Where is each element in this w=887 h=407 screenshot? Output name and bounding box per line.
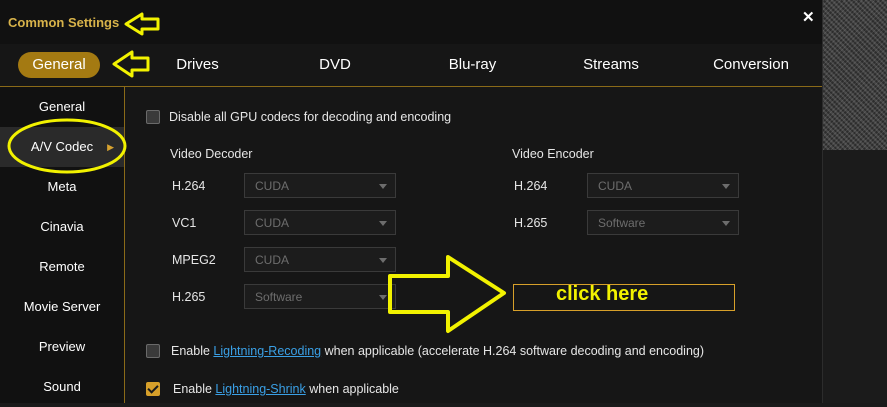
- video-encoder-heading: Video Encoder: [512, 147, 594, 161]
- encoder-codec-label: H.264: [514, 179, 548, 193]
- sidebar-item-av-codec[interactable]: A/V Codec ▶: [0, 127, 124, 167]
- encoder-h265-select[interactable]: Software: [587, 210, 739, 235]
- tab-general[interactable]: General: [18, 52, 100, 78]
- tab-blu-ray[interactable]: Blu-ray: [435, 44, 510, 86]
- tab-dvd[interactable]: DVD: [305, 44, 365, 86]
- decoder-vc1-select[interactable]: CUDA: [244, 210, 396, 235]
- disable-gpu-checkbox[interactable]: [146, 110, 160, 124]
- sidebar-item-label: Remote: [39, 259, 85, 274]
- select-value: CUDA: [598, 179, 633, 193]
- sidebar-item-remote[interactable]: Remote: [0, 247, 124, 287]
- label-prefix: Enable: [171, 344, 214, 358]
- decoder-h264-select[interactable]: CUDA: [244, 173, 396, 198]
- label-suffix: when applicable (accelerate H.264 softwa…: [321, 344, 705, 358]
- select-value: Software: [598, 216, 646, 230]
- sidebar-item-movie-server[interactable]: Movie Server: [0, 287, 124, 327]
- window-title: Common Settings: [8, 15, 120, 30]
- caret-down-icon: [379, 184, 387, 189]
- top-tab-bar: General Drives DVD Blu-ray Streams Conve…: [0, 44, 822, 87]
- settings-window: Common Settings ✕ General Drives DVD Blu…: [0, 0, 823, 403]
- select-value: CUDA: [255, 179, 290, 193]
- decoder-codec-label: VC1: [172, 216, 197, 230]
- caret-down-icon: [722, 221, 730, 226]
- tab-drives[interactable]: Drives: [160, 44, 235, 86]
- decoder-h265-select[interactable]: Software: [244, 284, 396, 309]
- sidebar-item-cinavia[interactable]: Cinavia: [0, 207, 124, 247]
- sidebar-item-general[interactable]: General: [0, 87, 124, 127]
- label-prefix: Enable: [173, 382, 216, 396]
- lightning-recoding-checkbox[interactable]: [146, 344, 160, 358]
- decoder-mpeg2-select[interactable]: CUDA: [244, 247, 396, 272]
- caret-down-icon: [379, 221, 387, 226]
- sidebar-item-label: Meta: [47, 179, 77, 194]
- tab-conversion[interactable]: Conversion: [705, 44, 797, 86]
- tab-streams[interactable]: Streams: [570, 44, 652, 86]
- caret-down-icon: [379, 295, 387, 300]
- select-value: Software: [255, 290, 303, 304]
- decoder-codec-label: H.265: [172, 290, 206, 304]
- caret-down-icon: [722, 184, 730, 189]
- sidebar-item-label: Movie Server: [23, 299, 101, 314]
- select-value: CUDA: [255, 253, 290, 267]
- decoder-codec-label: H.264: [172, 179, 206, 193]
- sidebar: General A/V Codec ▶ Meta Cinavia Remote M…: [0, 87, 125, 403]
- close-icon[interactable]: ✕: [802, 8, 815, 26]
- sidebar-item-label: Sound: [43, 379, 81, 394]
- background-image: [822, 0, 887, 150]
- decoder-codec-label: MPEG2: [172, 253, 216, 267]
- encoder-codec-label: H.265: [514, 216, 548, 230]
- lightning-shrink-checkbox[interactable]: [146, 382, 160, 396]
- lightning-shrink-label: Enable Lightning-Shrink when applicable: [173, 382, 399, 396]
- sidebar-item-label: A/V Codec: [30, 139, 94, 154]
- encoder-h264-select[interactable]: CUDA: [587, 173, 739, 198]
- sidebar-item-label: Preview: [38, 339, 86, 354]
- sidebar-item-meta[interactable]: Meta: [0, 167, 124, 207]
- background-dark: [822, 150, 887, 403]
- caret-down-icon: [379, 258, 387, 263]
- sidebar-item-sound[interactable]: Sound: [0, 367, 124, 407]
- lightning-recoding-label: Enable Lightning-Recoding when applicabl…: [171, 344, 704, 358]
- label-suffix: when applicable: [305, 382, 399, 396]
- lightning-recoding-link[interactable]: Lightning-Recoding: [213, 344, 321, 358]
- video-decoder-heading: Video Decoder: [170, 147, 253, 161]
- select-value: CUDA: [255, 216, 290, 230]
- sidebar-item-label: General: [38, 99, 86, 114]
- lightning-shrink-link[interactable]: Lightning-Shrink: [215, 382, 305, 396]
- chevron-right-icon: ▶: [107, 142, 114, 152]
- click-here-annotation: click here: [556, 283, 649, 305]
- sidebar-item-preview[interactable]: Preview: [0, 327, 124, 367]
- disable-gpu-label: Disable all GPU codecs for decoding and …: [169, 110, 452, 124]
- sidebar-item-label: Cinavia: [40, 219, 84, 234]
- title-bar: Common Settings ✕: [0, 0, 822, 44]
